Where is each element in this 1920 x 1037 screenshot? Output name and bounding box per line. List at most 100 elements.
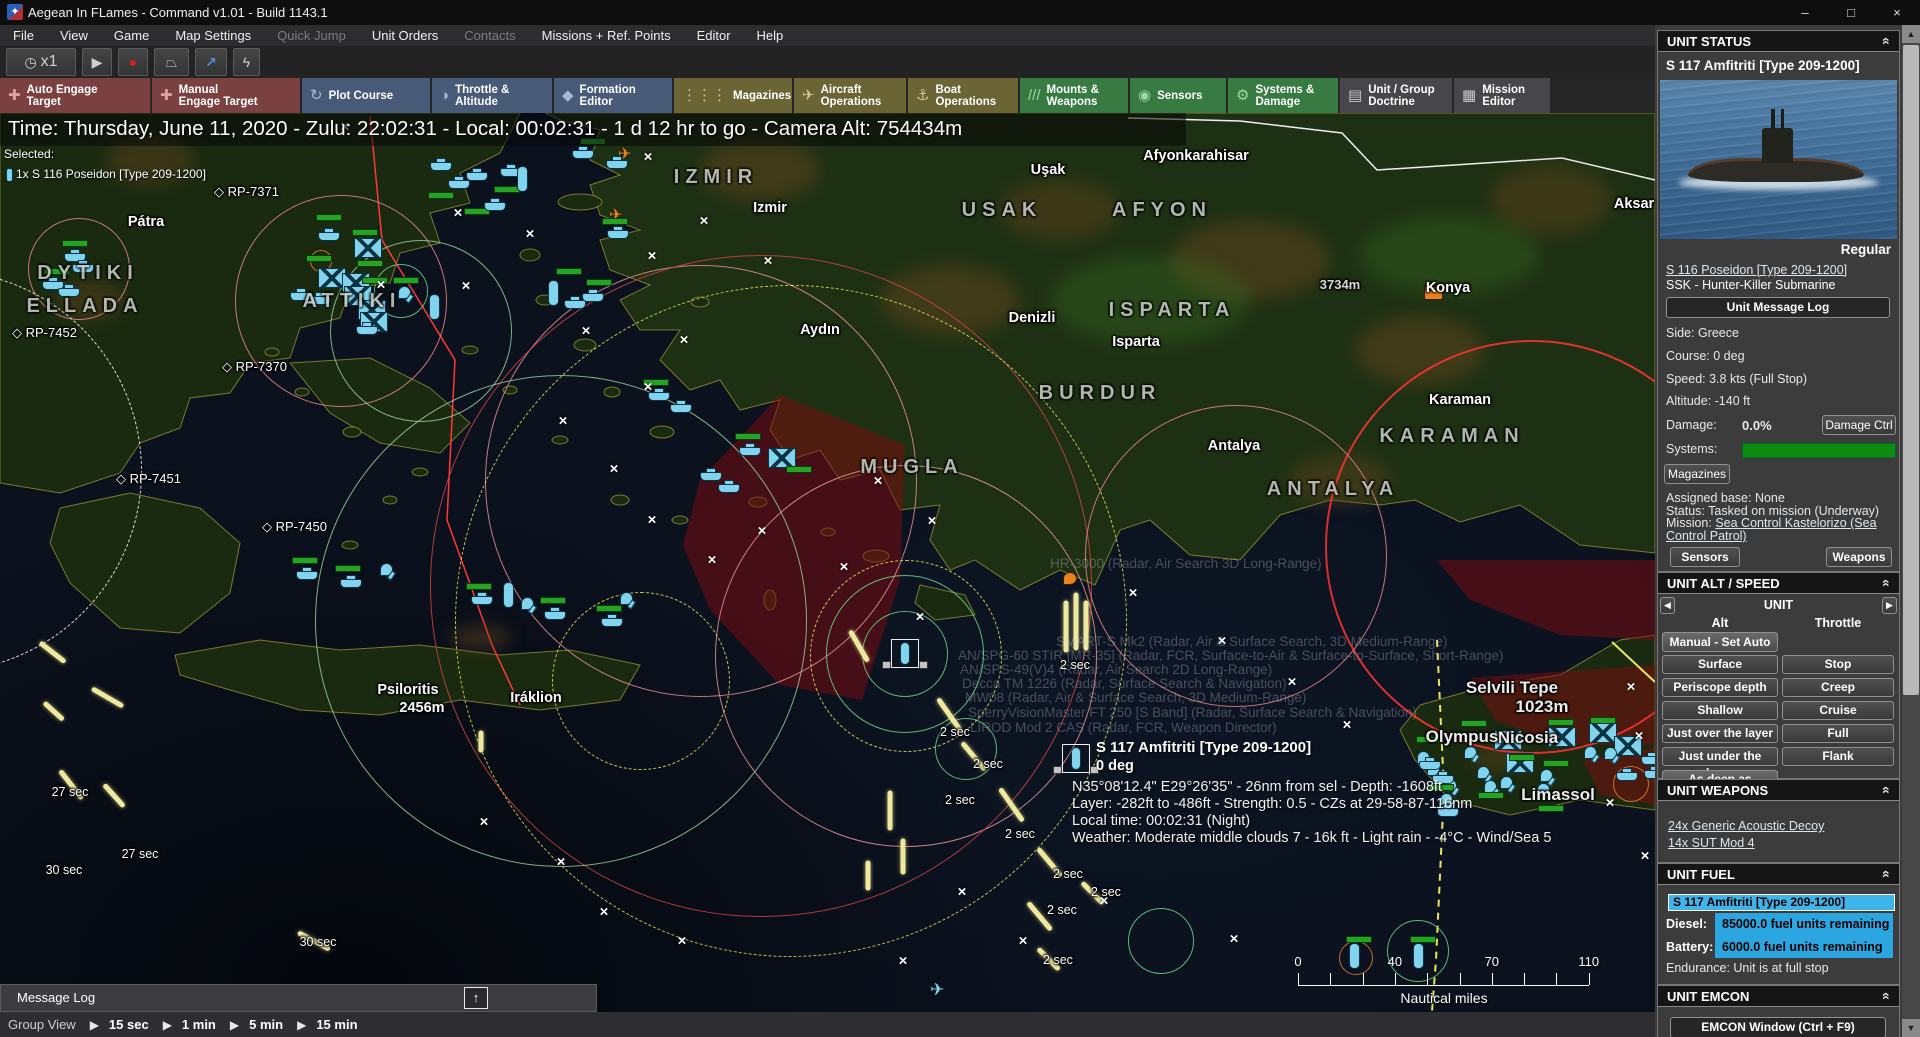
toolbar-unit-group-doctrine[interactable]: ▤Unit / Group Doctrine bbox=[1340, 78, 1452, 113]
unit-aircraft[interactable]: ✈ bbox=[930, 980, 944, 1000]
unit-radar-site[interactable] bbox=[1500, 776, 1517, 791]
unit-emcon-header[interactable]: UNIT EMCON « bbox=[1658, 986, 1899, 1007]
unit-submarine[interactable] bbox=[517, 166, 528, 192]
contact-x-mark[interactable]: × bbox=[1019, 933, 1028, 950]
time-step-5-min[interactable]: 5 min bbox=[249, 1017, 283, 1032]
unit-submarine[interactable] bbox=[503, 582, 514, 608]
menu-item-missions-ref-points[interactable]: Missions + Ref. Points bbox=[529, 25, 684, 46]
unit-ship[interactable] bbox=[670, 400, 690, 409]
unit-installation[interactable] bbox=[354, 238, 382, 258]
throttle-button-creep[interactable]: Creep bbox=[1782, 678, 1894, 697]
contact-x-mark[interactable]: × bbox=[462, 278, 471, 295]
throttle-button-cruise[interactable]: Cruise bbox=[1782, 701, 1894, 720]
unit-submarine-selected[interactable] bbox=[891, 639, 919, 668]
contact-x-mark[interactable]: × bbox=[758, 523, 767, 540]
menu-item-game[interactable]: Game bbox=[101, 25, 162, 46]
menu-item-editor[interactable]: Editor bbox=[684, 25, 744, 46]
unit-submarine-selected[interactable] bbox=[1062, 744, 1090, 773]
unit-radar-site[interactable] bbox=[1604, 747, 1621, 762]
bridge-view-button[interactable]: ⏢ bbox=[154, 48, 189, 76]
time-step-15-min[interactable]: 15 min bbox=[316, 1017, 357, 1032]
unit-installation[interactable] bbox=[768, 448, 796, 468]
unit-ship[interactable] bbox=[318, 228, 338, 237]
record-button[interactable]: ● bbox=[118, 48, 148, 76]
toolbar-boat-operations[interactable]: ⚓Boat Operations bbox=[908, 78, 1018, 113]
unit-alt-speed-header[interactable]: UNIT ALT / SPEED « bbox=[1658, 573, 1899, 594]
unit-ship[interactable] bbox=[564, 296, 584, 305]
scrollbar-thumb[interactable] bbox=[1903, 45, 1919, 695]
group-view-label[interactable]: Group View bbox=[8, 1017, 76, 1032]
jump-button[interactable]: ↗ bbox=[195, 48, 227, 76]
unit-ship[interactable] bbox=[484, 198, 504, 207]
weapon-link[interactable]: 14x SUT Mod 4 bbox=[1668, 836, 1755, 850]
damage-ctrl-button[interactable]: Damage Ctrl bbox=[1822, 415, 1896, 435]
unit-ship[interactable] bbox=[607, 226, 627, 235]
contact-x-mark[interactable]: × bbox=[1230, 931, 1239, 948]
unit-weapons-header[interactable]: UNIT WEAPONS « bbox=[1658, 780, 1899, 801]
maximize-button[interactable]: □ bbox=[1828, 0, 1874, 25]
unit-aircraft-hostile[interactable]: ✈ bbox=[618, 144, 631, 164]
contact-x-mark[interactable]: × bbox=[678, 933, 687, 950]
toolbar-magazines[interactable]: ⋮⋮⋮Magazines bbox=[674, 78, 792, 113]
toolbar-aircraft-operations[interactable]: ✈Aircraft Operations bbox=[794, 78, 906, 113]
toolbar-throttle-altitude[interactable]: ◑Throttle & Altitude bbox=[432, 78, 552, 113]
throttle-button-flank[interactable]: Flank bbox=[1782, 747, 1894, 766]
toolbar-mission-editor[interactable]: ▦Mission Editor bbox=[1454, 78, 1550, 113]
unit-radar-site[interactable] bbox=[521, 597, 538, 612]
magazines-button[interactable]: Magazines bbox=[1664, 464, 1730, 484]
unit-ship[interactable] bbox=[340, 575, 360, 584]
unit-radar-site[interactable] bbox=[620, 592, 637, 607]
unit-ship[interactable] bbox=[700, 468, 720, 477]
contact-x-mark[interactable]: × bbox=[680, 332, 689, 349]
unit-ship[interactable] bbox=[601, 614, 621, 623]
unit-fuel-header[interactable]: UNIT FUEL « bbox=[1658, 864, 1899, 885]
contact-x-mark[interactable]: × bbox=[700, 213, 709, 230]
alt-button-surface[interactable]: Surface bbox=[1662, 655, 1778, 674]
contact-x-mark[interactable]: × bbox=[899, 953, 908, 970]
next-unit-button[interactable]: ▶ bbox=[1882, 597, 1897, 614]
sidebar-scrollbar[interactable]: ▲ ▼ bbox=[1902, 25, 1920, 1037]
contact-x-mark[interactable]: × bbox=[928, 513, 937, 530]
contact-x-mark[interactable]: × bbox=[644, 149, 653, 166]
unit-radar-site[interactable] bbox=[1584, 746, 1601, 761]
toolbar-systems-damage[interactable]: ⚙Systems & Damage bbox=[1228, 78, 1338, 113]
unit-class-link[interactable]: S 116 Poseidon [Type 209-1200] bbox=[1666, 263, 1847, 277]
lightning-button[interactable]: ϟ bbox=[233, 48, 260, 76]
contact-x-mark[interactable]: × bbox=[526, 226, 535, 243]
unit-radar-site[interactable] bbox=[1540, 769, 1557, 784]
collapse-chevron-icon[interactable]: « bbox=[1879, 992, 1895, 1000]
contact-x-mark[interactable]: × bbox=[582, 323, 591, 340]
contact-x-mark[interactable]: × bbox=[840, 559, 849, 576]
window-title-bar[interactable]: ✦ Aegean In FLames - Command v1.01 - Bui… bbox=[0, 0, 1920, 25]
unit-ship[interactable] bbox=[572, 146, 592, 155]
toolbar-mounts-weapons[interactable]: ///Mounts & Weapons bbox=[1020, 78, 1128, 113]
unit-ship[interactable] bbox=[1616, 768, 1636, 777]
unit-ship[interactable] bbox=[448, 176, 468, 185]
collapse-chevron-icon[interactable]: « bbox=[1879, 37, 1895, 45]
contact-x-mark[interactable]: × bbox=[1635, 728, 1644, 745]
unit-ship[interactable] bbox=[356, 322, 376, 331]
unit-radar-site[interactable] bbox=[1477, 766, 1494, 781]
menu-item-map-settings[interactable]: Map Settings bbox=[162, 25, 264, 46]
menu-item-view[interactable]: View bbox=[47, 25, 101, 46]
contact-x-mark[interactable]: × bbox=[454, 205, 463, 222]
contact-x-mark[interactable]: × bbox=[958, 884, 967, 901]
collapse-chevron-icon[interactable]: « bbox=[1879, 870, 1895, 878]
unit-ship[interactable] bbox=[58, 284, 78, 293]
minimize-button[interactable]: – bbox=[1782, 0, 1828, 25]
contact-x-mark[interactable]: × bbox=[1627, 679, 1636, 696]
unit-ship[interactable] bbox=[430, 158, 450, 167]
contact-x-mark[interactable]: × bbox=[557, 854, 566, 871]
collapse-chevron-icon[interactable]: « bbox=[1879, 579, 1895, 587]
unit-radar-site[interactable] bbox=[380, 563, 397, 578]
unit-ship[interactable] bbox=[1419, 757, 1439, 766]
contact-x-mark[interactable]: × bbox=[559, 413, 568, 430]
toolbar-formation-editor[interactable]: ◆Formation Editor bbox=[554, 78, 672, 113]
contact-x-mark[interactable]: × bbox=[764, 253, 773, 270]
contact-x-mark[interactable]: × bbox=[708, 552, 717, 569]
contact-x-mark[interactable]: × bbox=[648, 512, 657, 529]
unit-ship[interactable] bbox=[471, 592, 491, 601]
menu-item-help[interactable]: Help bbox=[744, 25, 797, 46]
contact-x-mark[interactable]: × bbox=[1606, 795, 1615, 812]
scroll-down-icon[interactable]: ▼ bbox=[1902, 1019, 1920, 1037]
